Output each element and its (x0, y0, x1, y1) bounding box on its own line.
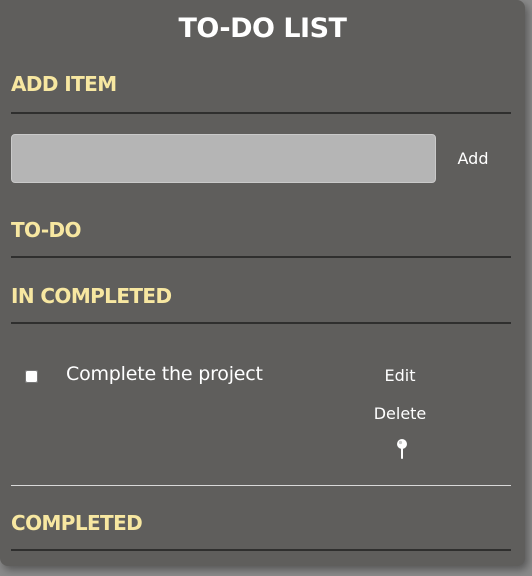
todo-divider (11, 256, 511, 258)
completed-heading: COMPLETED (11, 511, 143, 535)
add-item-heading: ADD ITEM (11, 72, 117, 96)
task-checkbox[interactable] (25, 370, 38, 383)
new-item-input[interactable] (11, 134, 436, 183)
incomplete-heading: IN COMPLETED (11, 284, 172, 308)
app-title: TO-DO LIST (178, 13, 347, 44)
incomplete-divider (11, 322, 511, 324)
delete-button[interactable]: Delete (365, 404, 435, 423)
todo-panel: TO-DO LIST ADD ITEM Add TO-DO IN COMPLET… (0, 0, 525, 566)
task-list-divider (11, 485, 511, 486)
add-item-divider (11, 112, 511, 114)
completed-divider (11, 549, 511, 551)
todo-heading: TO-DO (11, 218, 82, 242)
task-label: Complete the project (66, 363, 263, 385)
edit-button[interactable]: Edit (370, 366, 430, 385)
pin-icon[interactable] (396, 438, 408, 460)
add-button[interactable]: Add (450, 149, 496, 168)
